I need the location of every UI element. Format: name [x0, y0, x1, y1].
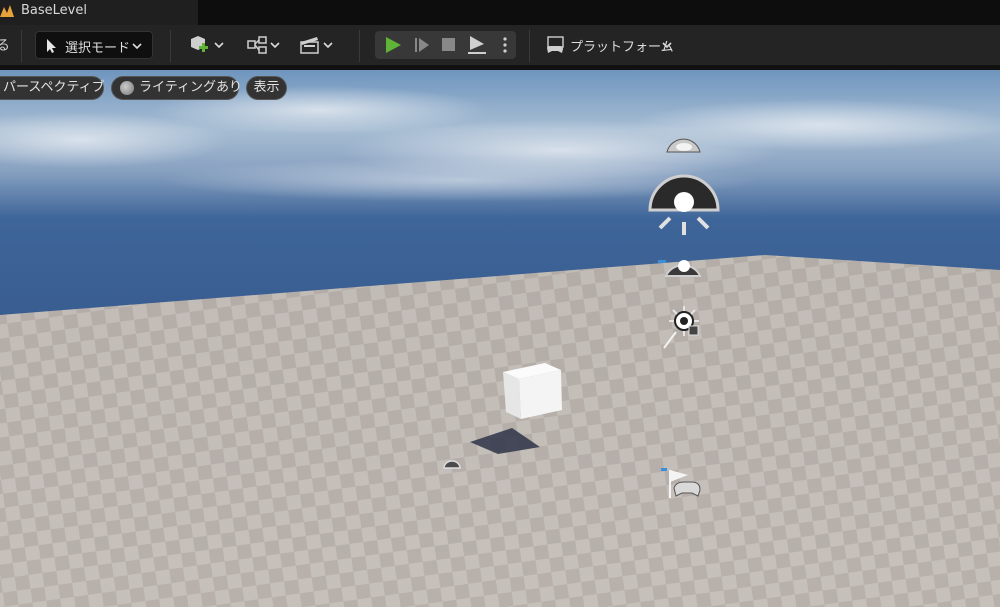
chevron-down-icon — [270, 42, 280, 49]
eject-icon[interactable] — [466, 34, 488, 56]
cursor-select-icon — [47, 39, 56, 53]
toolbar-separator — [529, 30, 530, 62]
blueprint-button[interactable] — [243, 31, 283, 59]
cinematics-button[interactable] — [298, 31, 338, 59]
level-tab-title: BaseLevel — [21, 3, 87, 18]
kebab-menu-icon[interactable] — [501, 35, 509, 55]
platform-button[interactable]: プラットフォーム — [545, 31, 685, 59]
perspective-label: パースペクティブ — [3, 80, 105, 95]
toolbar-separator — [359, 30, 360, 62]
play-icon[interactable] — [383, 35, 403, 55]
tab-bar: BaseLevel — [0, 0, 1000, 25]
clapperboard-icon — [300, 37, 319, 54]
select-mode-label: 選択モード — [65, 41, 131, 56]
chevron-down-icon — [662, 42, 672, 49]
add-actor-icon — [191, 36, 208, 52]
blueprint-icon — [247, 36, 267, 54]
advance-frame-icon[interactable] — [412, 35, 432, 55]
stop-icon[interactable] — [439, 35, 459, 55]
show-button[interactable]: 表示 — [246, 76, 287, 100]
toolbar-cut-label: る — [0, 38, 10, 54]
main-toolbar: る 選択モード プラットフォーム — [0, 25, 1000, 65]
platform-label: プラットフォーム — [570, 40, 674, 55]
toolbar-separator — [170, 30, 171, 62]
play-controls — [375, 31, 516, 59]
lit-sphere-icon — [120, 81, 134, 95]
chevron-down-icon — [214, 42, 224, 49]
level-tab[interactable]: BaseLevel — [0, 0, 198, 25]
gamepad-monitor-icon — [547, 36, 564, 53]
chevron-down-icon — [323, 42, 333, 49]
unreal-level-icon — [0, 5, 14, 17]
toolbar-separator — [21, 30, 22, 62]
lighting-mode-label: ライティングあり — [139, 80, 242, 95]
add-actor-button[interactable] — [185, 31, 227, 59]
perspective-button[interactable]: パースペクティブ — [0, 76, 105, 100]
lighting-mode-button[interactable]: ライティングあり — [111, 76, 242, 100]
chevron-down-icon — [132, 43, 142, 50]
level-viewport[interactable]: パースペクティブ ライティングあり 表示 — [0, 70, 1000, 607]
select-mode-button[interactable]: 選択モード — [35, 31, 153, 59]
viewport-scene — [0, 70, 1000, 607]
show-label: 表示 — [253, 80, 280, 95]
